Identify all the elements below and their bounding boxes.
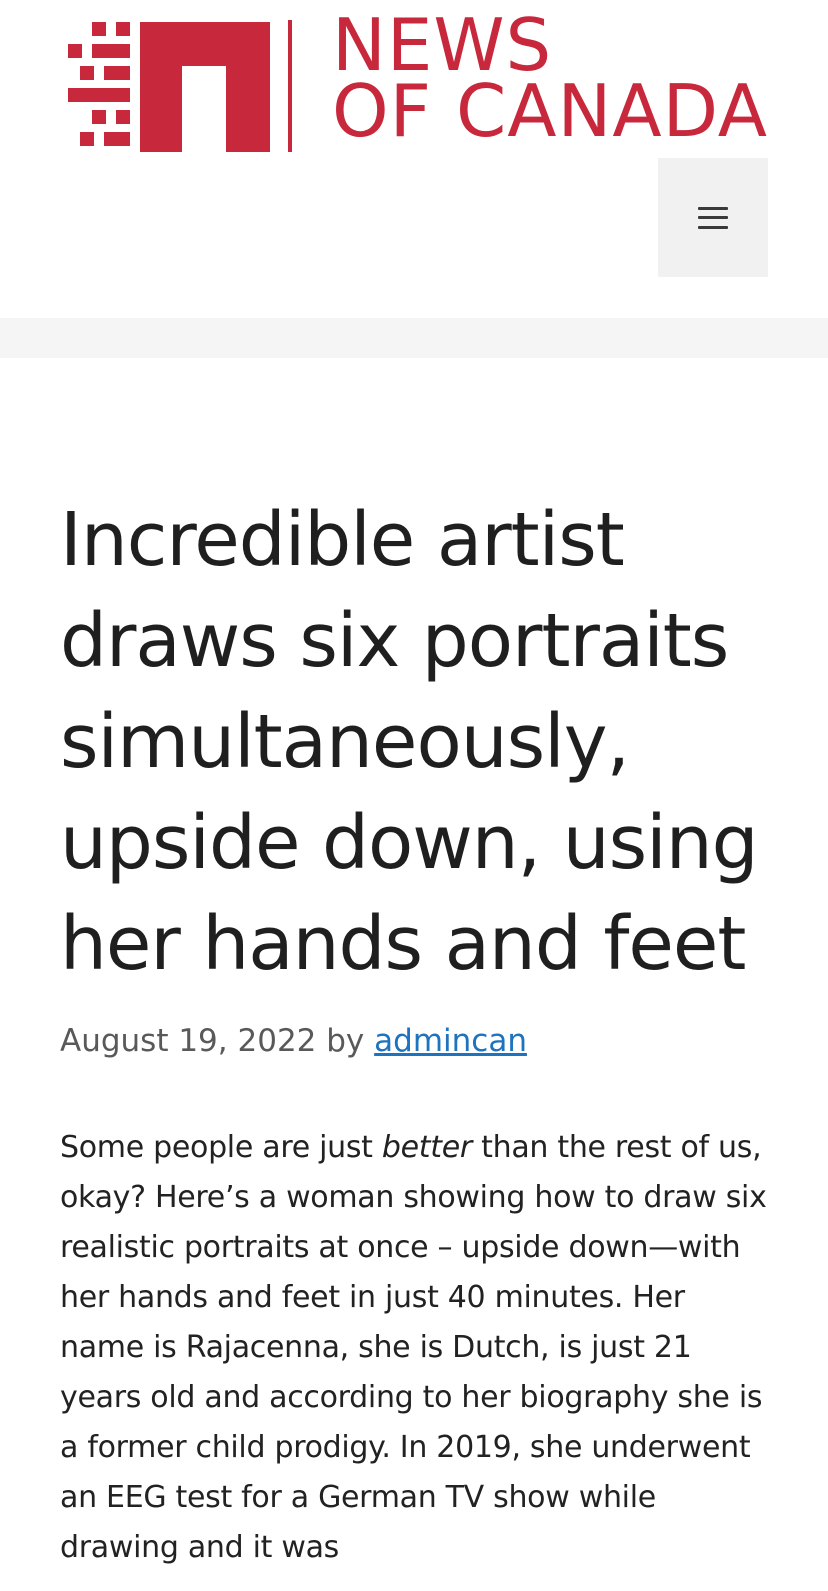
paragraph-emphasis: better <box>381 1130 472 1165</box>
article-paragraph: Some people are just better than the res… <box>60 1123 772 1573</box>
site-logo[interactable]: NEWS OF CANADA <box>64 9 767 154</box>
site-header: NEWS OF CANADA <box>0 0 828 318</box>
menu-toggle-button[interactable] <box>658 158 768 277</box>
logo-line-of-canada: OF CANADA <box>332 69 769 153</box>
article: Incredible artist draws six portraits si… <box>60 490 772 1573</box>
byline-label: by <box>326 1023 365 1059</box>
article-body: Some people are just better than the res… <box>60 1123 772 1573</box>
logo-wordmark: NEWS OF CANADA <box>332 9 769 153</box>
article-date: August 19, 2022 <box>60 1023 317 1059</box>
article-meta: August 19, 2022 by admincan <box>60 1021 772 1061</box>
paragraph-text-rest: than the rest of us, okay? Here’s a woma… <box>60 1130 767 1565</box>
author-link[interactable]: admincan <box>374 1023 527 1059</box>
paragraph-text-start: Some people are just <box>60 1130 382 1165</box>
logo-mark-icon <box>68 20 292 152</box>
header-divider-band <box>0 318 828 358</box>
article-title: Incredible artist draws six portraits si… <box>60 497 759 987</box>
hamburger-menu-icon <box>698 206 728 229</box>
